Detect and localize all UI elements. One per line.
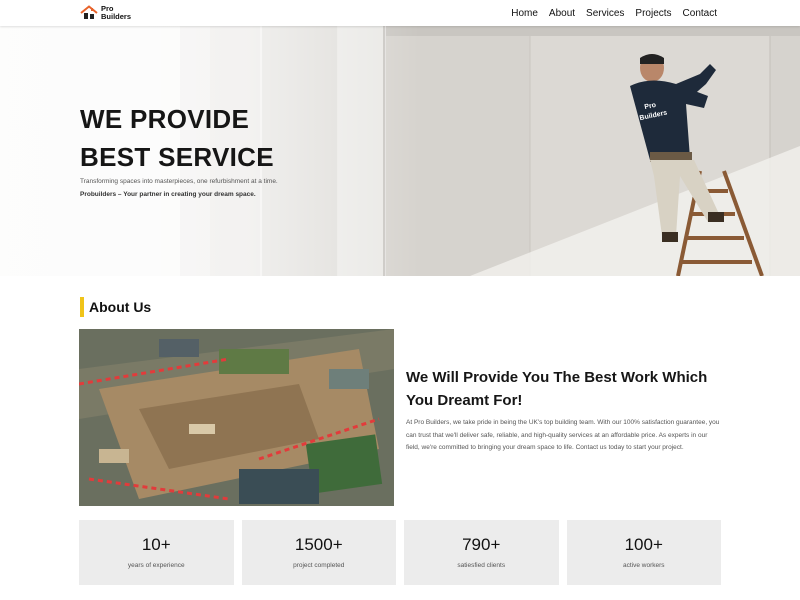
stat-value: 100+ — [624, 535, 663, 554]
hero-title: WE PROVIDE BEST SERVICE — [80, 100, 274, 176]
construction-site-image — [79, 329, 394, 506]
hero-title-line1: WE PROVIDE — [80, 104, 250, 134]
about-tagline-line1: We Will Provide You The Best Work Which — [406, 369, 708, 386]
about-description: At Pro Builders, we take pride in being … — [406, 419, 720, 452]
stats-row: 10+ years of experience 1500+ project co… — [79, 520, 721, 585]
brand-name: Pro Builders — [101, 5, 131, 21]
nav-contact-link[interactable]: Contact — [683, 8, 717, 19]
brand-logo[interactable]: Pro Builders — [80, 3, 131, 23]
stat-card: 1500+ project completed — [241, 520, 396, 585]
about-heading: About Us — [80, 297, 151, 317]
stat-value: 790+ — [462, 535, 501, 554]
hero-subtitle-strong: Probuilders – Your partner in creating y… — [80, 191, 256, 198]
accent-bar — [80, 297, 84, 317]
house-roof-icon — [80, 5, 98, 19]
stat-label: satiesfied clients — [457, 562, 506, 569]
stat-label: project completed — [293, 562, 345, 569]
main-nav: Home About Services Projects Contact — [511, 0, 717, 26]
stat-card: 100+ active workers — [566, 520, 721, 585]
brand-name-line2: Builders — [101, 12, 132, 21]
hero-section: Pro Builders WE PROVIDE BEST SERVICE Tra… — [0, 26, 800, 276]
stat-card: 10+ years of experience — [79, 520, 234, 585]
stat-label: active workers — [622, 562, 665, 569]
stat-card: 790+ satiesfied clients — [404, 520, 559, 585]
nav-projects-link[interactable]: Projects — [635, 8, 671, 19]
about-tagline-line2: You Dreamt For! — [406, 392, 523, 409]
about-title: About Us — [89, 299, 152, 315]
nav-home-link[interactable]: Home — [511, 8, 538, 19]
stat-value: 10+ — [141, 535, 171, 554]
hero-title-line2: BEST SERVICE — [80, 142, 274, 172]
navbar: Pro Builders Home About Services Project… — [0, 0, 800, 26]
hero-subtitle: Transforming spaces into masterpieces, o… — [80, 178, 278, 185]
nav-services-link[interactable]: Services — [586, 8, 624, 19]
about-tagline: We Will Provide You The Best Work Which … — [406, 366, 726, 412]
nav-about-link[interactable]: About — [549, 8, 575, 19]
stat-label: years of experience — [127, 562, 185, 569]
stat-value: 1500+ — [294, 535, 343, 554]
